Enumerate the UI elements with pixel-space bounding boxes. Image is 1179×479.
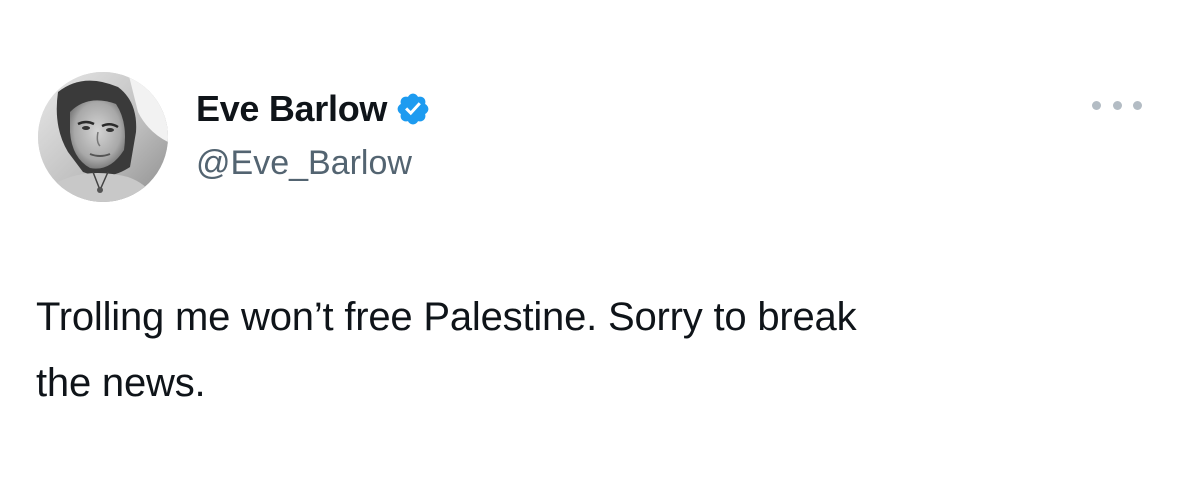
verified-badge-icon bbox=[397, 93, 429, 125]
tweet-text-line: the news. bbox=[36, 361, 206, 405]
tweet-text-line: Trolling me won’t free Palestine. Sorry … bbox=[36, 295, 857, 339]
more-dot bbox=[1092, 100, 1101, 110]
more-dot bbox=[1112, 100, 1122, 110]
tweet-card: Eve Barlow @Eve_Barlow Trolling me won’t… bbox=[0, 0, 1179, 479]
author-display-name[interactable]: Eve Barlow bbox=[196, 86, 387, 132]
avatar-photo bbox=[38, 72, 168, 202]
more-options-icon[interactable] bbox=[1092, 92, 1142, 118]
tweet-text: Trolling me won’t free Palestine. Sorry … bbox=[36, 284, 1146, 416]
author-handle[interactable]: @Eve_Barlow bbox=[196, 141, 412, 185]
more-dot bbox=[1133, 100, 1142, 110]
avatar[interactable] bbox=[38, 72, 168, 202]
author-name-row: Eve Barlow bbox=[196, 86, 431, 132]
